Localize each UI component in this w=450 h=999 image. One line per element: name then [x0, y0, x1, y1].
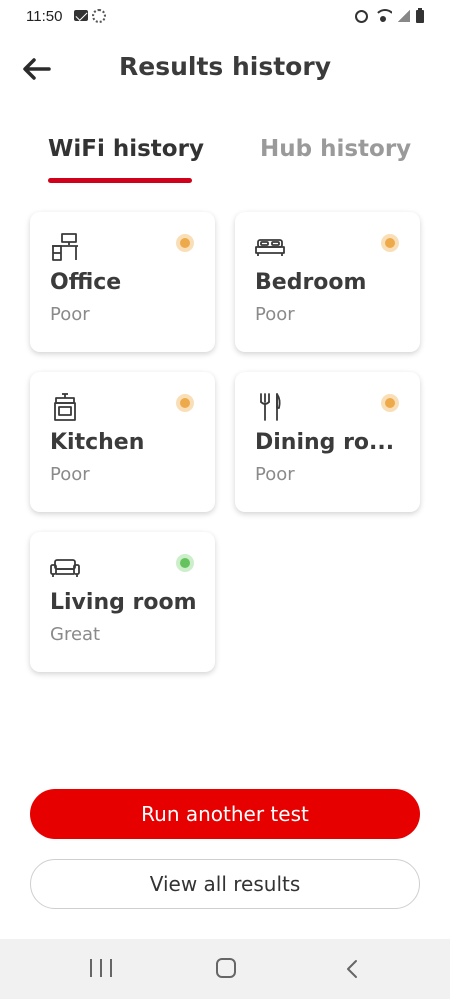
room-status: Poor [50, 464, 90, 485]
sync-icon [92, 9, 106, 23]
room-status: Poor [255, 304, 295, 325]
desk-icon [52, 233, 78, 261]
wifi-icon [374, 9, 392, 23]
sofa-icon [50, 559, 80, 577]
status-indicator [176, 394, 194, 412]
room-status: Poor [50, 304, 90, 325]
battery-icon [416, 7, 424, 23]
status-indicator [381, 234, 399, 252]
room-card-dining-room[interactable]: Dining ro... Poor [235, 372, 420, 512]
view-all-results-button[interactable]: View all results [30, 859, 420, 909]
cutlery-icon [260, 393, 281, 421]
status-indicator [176, 554, 194, 572]
alarm-icon [355, 9, 368, 23]
room-name: Office [50, 270, 122, 295]
status-icons [355, 7, 424, 24]
status-indicator [176, 234, 194, 252]
back-icon[interactable] [343, 959, 363, 979]
run-another-test-button[interactable]: Run another test [30, 789, 420, 839]
room-name: Living room [50, 590, 197, 615]
room-status: Poor [255, 464, 295, 485]
status-indicator [381, 394, 399, 412]
status-bar: 11:50 [0, 0, 450, 34]
status-time: 11:50 [26, 8, 63, 25]
room-card-kitchen[interactable]: Kitchen Poor [30, 372, 215, 512]
mail-icon [74, 10, 88, 21]
header: Results history [0, 44, 450, 94]
home-icon[interactable] [216, 958, 236, 978]
tab-hub-history[interactable]: Hub history [260, 136, 411, 162]
tab-wifi-history[interactable]: WiFi history [48, 136, 204, 162]
bed-icon [255, 239, 285, 256]
signal-icon [398, 10, 410, 22]
oven-icon [54, 393, 76, 421]
room-name: Bedroom [255, 270, 367, 295]
tab-indicator [48, 178, 192, 183]
system-nav-bar [0, 939, 450, 999]
room-name: Kitchen [50, 430, 145, 455]
room-card-living-room[interactable]: Living room Great [30, 532, 215, 672]
room-status: Great [50, 624, 101, 645]
room-card-bedroom[interactable]: Bedroom Poor [235, 212, 420, 352]
history-tabs: WiFi history Hub history [0, 136, 450, 186]
room-card-office[interactable]: Office Poor [30, 212, 215, 352]
recents-icon[interactable] [90, 959, 112, 979]
page-title: Results history [119, 52, 331, 81]
room-name: Dining ro... [255, 430, 395, 455]
